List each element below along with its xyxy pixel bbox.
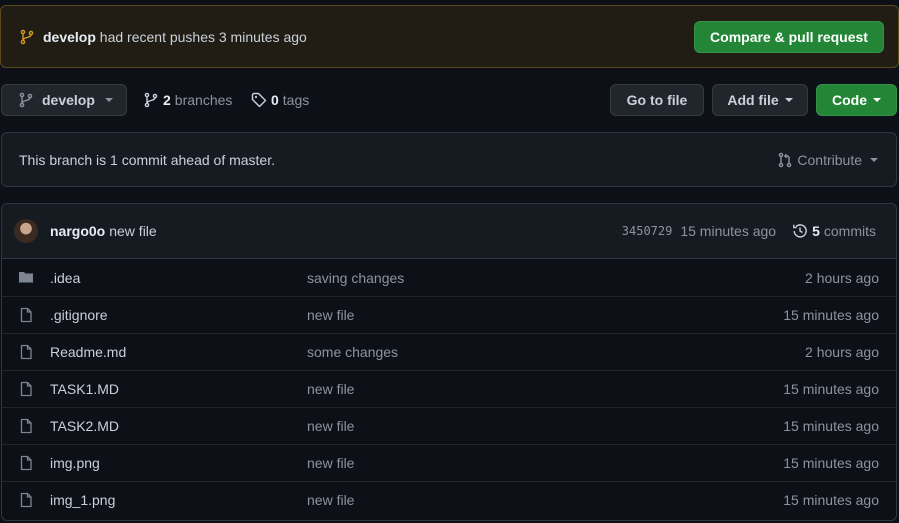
file-name-link[interactable]: img.png — [50, 455, 100, 471]
file-last-updated: 15 minutes ago — [783, 381, 879, 397]
file-row[interactable]: img.png new file 15 minutes ago — [2, 444, 896, 481]
file-last-updated: 15 minutes ago — [783, 418, 879, 434]
code-button[interactable]: Code — [816, 84, 897, 116]
commits-history-link[interactable]: 5 commits — [792, 223, 876, 239]
chevron-down-icon — [873, 98, 881, 102]
branches-link[interactable]: 2 branches — [143, 84, 232, 116]
commits-count: 5 — [812, 223, 820, 239]
file-icon — [18, 455, 34, 471]
branch-status-box: This branch is 1 commit ahead of master.… — [1, 132, 897, 187]
chevron-down-icon — [104, 98, 113, 102]
file-row[interactable]: .gitignore new file 15 minutes ago — [2, 296, 896, 333]
contribute-label: Contribute — [797, 151, 862, 168]
file-last-updated: 15 minutes ago — [783, 492, 879, 508]
branch-select-label: develop — [42, 92, 95, 108]
banner-text: develop had recent pushes 3 minutes ago — [43, 29, 307, 45]
file-commit-message[interactable]: new file — [307, 307, 354, 323]
code-label: Code — [832, 92, 867, 108]
contribute-dropdown[interactable]: Contribute — [777, 152, 878, 168]
branches-count: 2 — [163, 92, 171, 108]
branch-icon — [19, 92, 33, 108]
banner-message: had recent pushes 3 minutes ago — [99, 28, 307, 45]
file-icon — [18, 381, 34, 397]
file-last-updated: 15 minutes ago — [783, 455, 879, 471]
chevron-down-icon — [870, 157, 878, 162]
folder-icon — [18, 269, 34, 285]
banner-branch-name[interactable]: develop — [43, 29, 96, 45]
repo-toolbar: develop 2 branches 0 tags Go to file Add… — [0, 84, 899, 116]
file-name-link[interactable]: TASK2.MD — [50, 418, 119, 434]
file-commit-message[interactable]: some changes — [307, 344, 398, 360]
branch-icon — [144, 92, 158, 108]
chevron-down-icon — [784, 98, 793, 102]
branch-icon — [20, 29, 34, 44]
branch-ahead-message: This branch is 1 commit ahead of master. — [19, 151, 275, 168]
file-row[interactable]: .idea saving changes 2 hours ago — [2, 259, 896, 296]
tag-icon — [251, 92, 267, 108]
file-icon — [18, 492, 34, 508]
tags-label: tags — [282, 92, 310, 108]
file-icon — [18, 344, 34, 360]
add-file-label: Add file — [727, 92, 779, 108]
file-name-link[interactable]: .idea — [50, 270, 80, 286]
file-commit-message[interactable]: new file — [307, 492, 354, 508]
file-list: .idea saving changes 2 hours ago .gitignore… — [2, 259, 896, 518]
file-name-link[interactable]: img_1.png — [50, 492, 115, 508]
file-commit-message[interactable]: new file — [307, 381, 354, 397]
branch-select-button[interactable]: develop — [1, 84, 127, 116]
branches-label: branches — [174, 92, 233, 108]
commit-time: 15 minutes ago — [680, 223, 777, 239]
commit-message[interactable]: new file — [109, 223, 156, 239]
file-name-link[interactable]: TASK1.MD — [50, 381, 119, 397]
file-row[interactable]: TASK1.MD new file 15 minutes ago — [2, 370, 896, 407]
commit-author[interactable]: nargo0o — [50, 223, 105, 239]
file-last-updated: 2 hours ago — [805, 269, 879, 286]
file-icon — [18, 418, 34, 434]
file-row[interactable]: img_1.png new file 15 minutes ago — [2, 481, 896, 518]
tags-count: 0 — [271, 92, 279, 108]
file-commit-message[interactable]: saving changes — [307, 270, 404, 286]
add-file-button[interactable]: Add file — [712, 84, 808, 116]
file-commit-message[interactable]: new file — [307, 455, 354, 471]
file-browser: nargo0o new file 3450729 15 minutes ago … — [1, 203, 897, 521]
file-last-updated: 15 minutes ago — [783, 307, 879, 323]
latest-commit-bar: nargo0o new file 3450729 15 minutes ago … — [2, 204, 896, 259]
commit-sha[interactable]: 3450729 — [622, 224, 673, 238]
file-row[interactable]: Readme.md some changes 2 hours ago — [2, 333, 896, 370]
go-to-file-button[interactable]: Go to file — [610, 84, 704, 116]
history-icon — [793, 224, 807, 238]
tags-link[interactable]: 0 tags — [251, 84, 309, 116]
pull-request-icon — [779, 152, 792, 167]
file-last-updated: 2 hours ago — [805, 344, 879, 360]
avatar[interactable] — [14, 219, 38, 243]
file-icon — [18, 307, 34, 323]
recent-push-banner: develop had recent pushes 3 minutes ago … — [0, 5, 899, 68]
file-name-link[interactable]: Readme.md — [50, 344, 126, 360]
file-commit-message[interactable]: new file — [307, 418, 354, 434]
compare-pull-request-button[interactable]: Compare & pull request — [694, 20, 884, 53]
file-name-link[interactable]: .gitignore — [50, 307, 108, 323]
file-row[interactable]: TASK2.MD new file 15 minutes ago — [2, 407, 896, 444]
commits-label: commits — [823, 223, 876, 239]
